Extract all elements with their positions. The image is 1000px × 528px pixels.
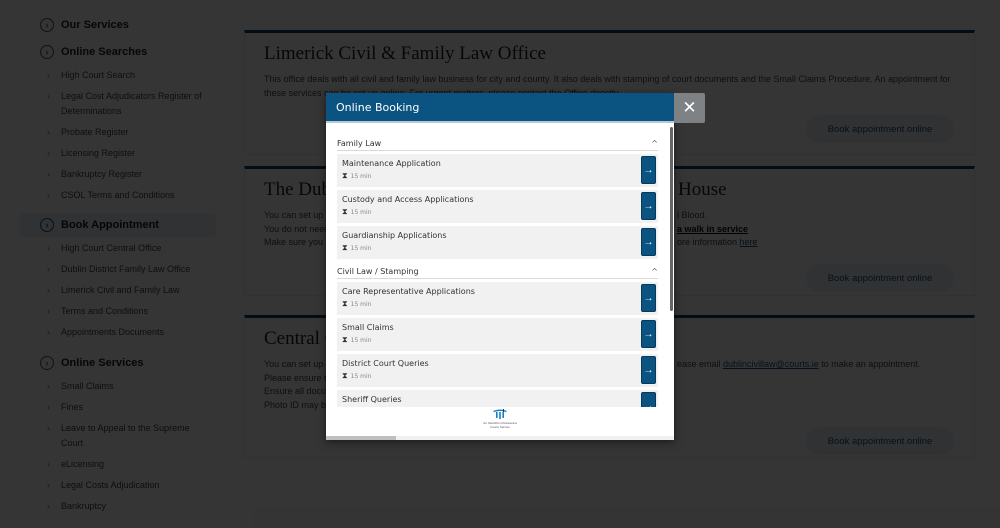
arrow-right-icon: → — [643, 292, 654, 304]
group-header-family-law[interactable]: Family Law ^ — [337, 139, 658, 151]
select-service-button[interactable]: → — [641, 284, 656, 312]
courts-service-logo-icon — [493, 408, 507, 419]
select-service-button[interactable]: → — [641, 192, 656, 220]
group-header-civil-law[interactable]: Civil Law / Stamping ^ — [337, 267, 658, 279]
arrow-right-icon: → — [643, 164, 654, 176]
service-list[interactable]: Family Law ^ Maintenance Application ⧗ 15… — [326, 125, 674, 407]
logo-caption: An tSeirbhís Chúirteanna Courts Service — [483, 420, 517, 429]
online-booking-modal: Online Booking ✕ Family Law ^ Maintenanc… — [326, 93, 705, 440]
arrow-right-icon: → — [643, 200, 654, 212]
horizontal-scrollbar[interactable] — [326, 436, 674, 440]
close-icon: ✕ — [682, 98, 697, 117]
collapse-icon: ^ — [651, 139, 658, 148]
arrow-right-icon: → — [643, 236, 654, 248]
service-item[interactable]: Custody and Access Applications ⧗ 15 min … — [337, 190, 658, 223]
vertical-scrollbar-thumb[interactable] — [670, 127, 673, 311]
modal-title: Online Booking — [336, 100, 420, 114]
modal-footer: An tSeirbhís Chúirteanna Courts Service — [326, 402, 674, 434]
hourglass-icon: ⧗ — [342, 299, 348, 308]
arrow-right-icon: → — [643, 328, 654, 340]
hourglass-icon: ⧗ — [342, 335, 348, 344]
horizontal-scrollbar-thumb[interactable] — [326, 436, 396, 440]
service-item[interactable]: Small Claims ⧗ 15 min → — [337, 318, 658, 351]
select-service-button[interactable]: → — [641, 228, 656, 256]
service-item[interactable]: District Court Queries ⧗ 15 min → — [337, 354, 658, 387]
hourglass-icon: ⧗ — [342, 243, 348, 252]
select-service-button[interactable]: → — [641, 320, 656, 348]
close-button[interactable]: ✕ — [674, 93, 705, 123]
select-service-button[interactable]: → — [641, 356, 656, 384]
hourglass-icon: ⧗ — [342, 371, 348, 380]
service-item[interactable]: Guardianship Applications ⧗ 15 min → — [337, 226, 658, 259]
service-item[interactable]: Maintenance Application ⧗ 15 min → — [337, 154, 658, 187]
collapse-icon: ^ — [651, 267, 658, 276]
hourglass-icon: ⧗ — [342, 207, 348, 216]
modal-header: Online Booking — [326, 93, 674, 123]
service-item[interactable]: Care Representative Applications ⧗ 15 min… — [337, 282, 658, 315]
arrow-right-icon: → — [643, 364, 654, 376]
hourglass-icon: ⧗ — [342, 171, 348, 180]
select-service-button[interactable]: → — [641, 156, 656, 184]
